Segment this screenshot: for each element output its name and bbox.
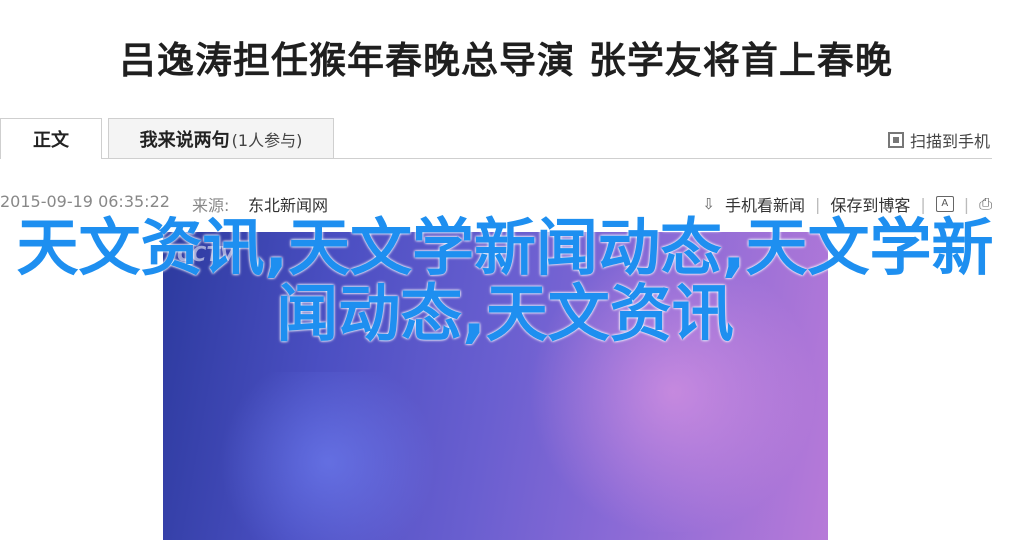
tab-comments-label: 我来说两句 xyxy=(139,129,230,151)
qr-code-icon xyxy=(887,132,904,148)
font-size-icon[interactable]: A xyxy=(935,196,954,212)
comment-count: (1人参与) xyxy=(231,130,303,150)
publish-date: 2015-09-19 06:35:22 xyxy=(0,192,170,211)
tab-comments[interactable]: 我来说两句 (1人参与) xyxy=(108,118,334,158)
scan-label: 扫描到手机 xyxy=(909,132,990,151)
article-headline: 吕逸涛担任猴年春晚总导演 张学友将首上春晚 xyxy=(119,39,893,82)
stage-light xyxy=(203,372,453,540)
tab-bar: 正文 我来说两句 (1人参与) xyxy=(0,118,992,159)
scan-to-phone-button[interactable]: 扫描到手机 xyxy=(887,128,990,152)
tab-body[interactable]: 正文 xyxy=(0,118,102,159)
watermark-overlay-text: 天文资讯,天文学新闻动态,天文学新闻动态,天文资讯 xyxy=(16,211,994,350)
